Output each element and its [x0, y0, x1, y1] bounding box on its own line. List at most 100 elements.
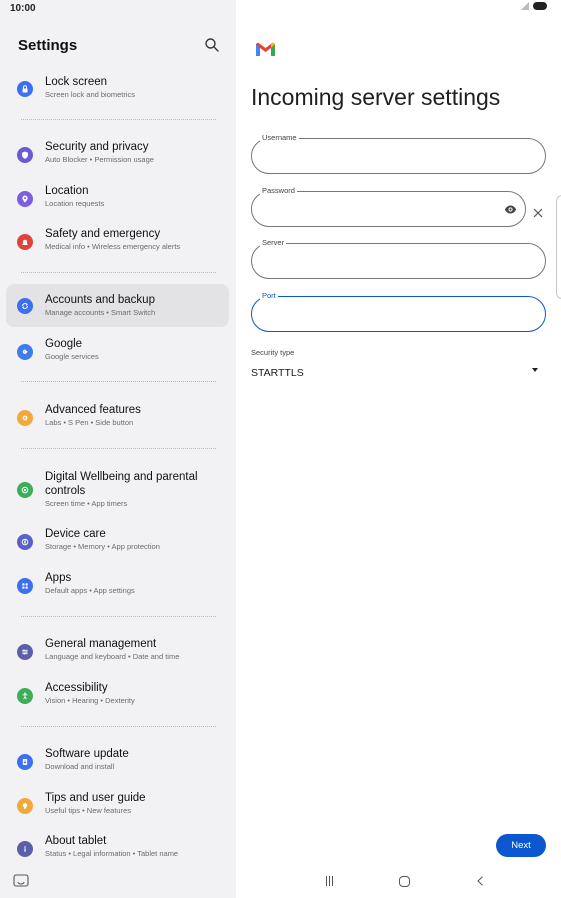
location-pin-icon — [17, 191, 33, 207]
menu-item-subtitle: Screen lock and biometrics — [45, 90, 136, 99]
menu-item-title: Google — [45, 338, 83, 350]
settings-title: Settings — [18, 37, 78, 54]
divider — [21, 448, 216, 449]
gmail-server-settings-panel: Incoming server settings Username Passwo… — [236, 0, 561, 898]
menu-item-tips-user-guide[interactable]: Tips and user guide Useful tips • New fe… — [6, 788, 229, 824]
recent-apps-button[interactable] — [326, 876, 336, 886]
menu-item-safety-emergency[interactable]: Safety and emergency Medical info • Wire… — [6, 224, 229, 260]
username-label: Username — [260, 133, 299, 143]
menu-item-title: Device care — [45, 528, 106, 540]
divider — [21, 726, 216, 727]
show-password-eye-icon[interactable] — [504, 203, 517, 216]
menu-item-title: Location — [45, 185, 89, 197]
lightbulb-icon — [17, 798, 33, 814]
menu-item-advanced-features[interactable]: Advanced features Labs • S Pen • Side bu… — [6, 400, 229, 436]
screen: 10:00 Settings Lock screen Screen lock a… — [0, 0, 561, 898]
menu-item-software-update[interactable]: Software update Download and install — [6, 744, 229, 780]
info-icon — [17, 841, 33, 857]
username-field[interactable]: Username — [251, 133, 546, 174]
username-input[interactable] — [264, 147, 504, 165]
divider — [21, 616, 216, 617]
divider — [21, 381, 216, 382]
menu-item-title: Accounts and backup — [45, 294, 155, 306]
menu-item-subtitle: Google services — [45, 352, 99, 361]
menu-item-title: Tips and user guide — [45, 792, 146, 804]
home-button[interactable] — [399, 876, 410, 887]
update-icon — [17, 754, 33, 770]
menu-item-title: About tablet — [45, 835, 107, 847]
status-time: 10:00 — [10, 3, 36, 14]
server-field[interactable]: Server — [251, 238, 546, 279]
keyboard-toggle-icon[interactable] — [13, 874, 29, 888]
divider — [21, 272, 216, 273]
google-icon — [17, 344, 33, 360]
menu-item-subtitle: Storage • Memory • App protection — [45, 542, 160, 551]
shield-icon — [17, 147, 33, 163]
apps-grid-icon — [17, 578, 33, 594]
port-input[interactable] — [264, 305, 504, 323]
accessibility-icon — [17, 688, 33, 704]
menu-item-title: General management — [45, 638, 157, 650]
menu-item-title: Digital Wellbeing and parental controls — [45, 471, 198, 497]
password-input[interactable] — [264, 200, 489, 218]
menu-item-digital-wellbeing[interactable]: Digital Wellbeing and parental controls … — [6, 467, 229, 513]
menu-item-about-tablet[interactable]: About tablet Status • Legal information … — [6, 831, 229, 867]
menu-item-security-privacy[interactable]: Security and privacy Auto Blocker • Perm… — [6, 137, 229, 173]
sliders-icon — [17, 644, 33, 660]
chevron-down-icon[interactable] — [532, 368, 538, 372]
settings-panel: 10:00 Settings Lock screen Screen lock a… — [0, 0, 236, 898]
menu-item-subtitle: Default apps • App settings — [45, 586, 135, 595]
side-panel-handle[interactable] — [556, 195, 561, 299]
menu-item-device-care[interactable]: Device care Storage • Memory • App prote… — [6, 524, 229, 560]
menu-item-title: Advanced features — [45, 404, 141, 416]
menu-item-general-management[interactable]: General management Language and keyboard… — [6, 634, 229, 670]
menu-item-title: Software update — [45, 748, 129, 760]
menu-item-lock-screen[interactable]: Lock screen Screen lock and biometrics — [6, 71, 229, 107]
menu-item-title: Accessibility — [45, 682, 108, 694]
security-type-value[interactable]: STARTTLS — [251, 367, 304, 379]
menu-item-subtitle: Labs • S Pen • Side button — [45, 418, 134, 427]
back-icon[interactable] — [476, 876, 484, 886]
security-type-label: Security type — [251, 348, 295, 357]
search-icon[interactable] — [204, 37, 220, 53]
menu-item-subtitle: Vision • Hearing • Dexterity — [45, 696, 135, 705]
menu-item-location[interactable]: Location Location requests — [6, 181, 229, 217]
menu-item-google[interactable]: Google Google services — [6, 334, 229, 370]
menu-item-subtitle: Manage accounts • Smart Switch — [45, 308, 156, 317]
menu-item-subtitle: Useful tips • New features — [45, 806, 131, 815]
menu-item-accessibility[interactable]: Accessibility Vision • Hearing • Dexteri… — [6, 678, 229, 714]
device-care-icon — [17, 534, 33, 550]
signal-icon — [521, 2, 529, 10]
menu-item-subtitle: Medical info • Wireless emergency alerts — [45, 242, 181, 251]
menu-item-subtitle: Status • Legal information • Tablet name — [45, 849, 179, 858]
menu-item-subtitle: Download and install — [45, 762, 115, 771]
menu-item-subtitle: Screen time • App timers — [45, 499, 128, 508]
password-field[interactable]: Password — [251, 186, 526, 227]
server-label: Server — [260, 238, 287, 248]
menu-item-title: Safety and emergency — [45, 228, 161, 240]
menu-item-accounts-backup[interactable]: Accounts and backup Manage accounts • Sm… — [6, 284, 229, 327]
sync-icon — [17, 298, 33, 314]
port-field[interactable]: Port — [251, 291, 546, 332]
menu-item-subtitle: Language and keyboard • Date and time — [45, 652, 180, 661]
menu-item-title: Apps — [45, 572, 72, 584]
wellbeing-icon — [17, 482, 33, 498]
battery-icon — [533, 2, 547, 10]
gmail-logo-icon — [256, 42, 275, 56]
menu-item-title: Security and privacy — [45, 141, 149, 153]
status-icons — [521, 2, 547, 10]
close-icon[interactable] — [532, 207, 544, 219]
gear-icon — [17, 410, 33, 426]
alarm-bell-icon — [17, 234, 33, 250]
next-button[interactable]: Next — [496, 834, 546, 857]
page-title: Incoming server settings — [251, 84, 501, 110]
port-label: Port — [260, 291, 278, 301]
password-label: Password — [260, 186, 297, 196]
menu-item-subtitle: Auto Blocker • Permission usage — [45, 155, 154, 164]
menu-item-subtitle: Location requests — [45, 199, 105, 208]
lock-icon — [17, 81, 33, 97]
divider — [21, 119, 216, 120]
menu-item-title: Lock screen — [45, 76, 108, 88]
menu-item-apps[interactable]: Apps Default apps • App settings — [6, 568, 229, 604]
server-input[interactable] — [264, 252, 504, 270]
